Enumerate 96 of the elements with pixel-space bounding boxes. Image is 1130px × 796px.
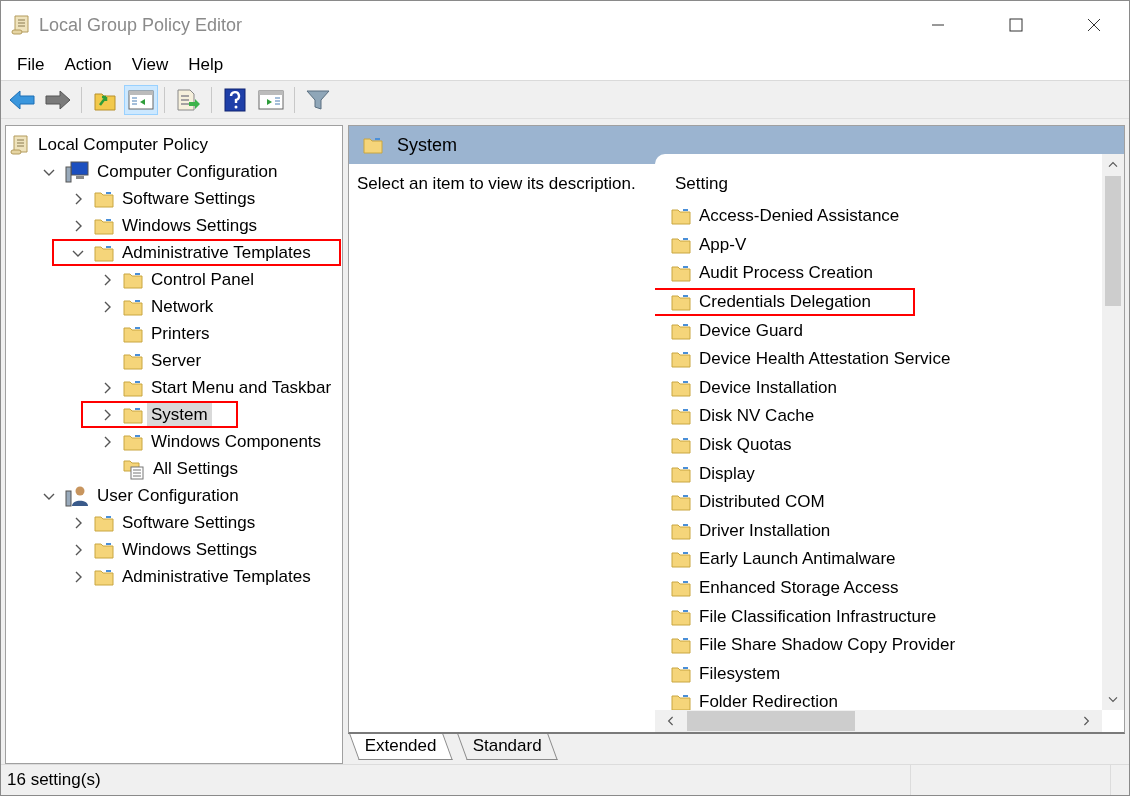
setting-item[interactable]: Early Launch Antimalware xyxy=(699,549,896,570)
view-tab[interactable]: Extended xyxy=(349,734,453,760)
folder-icon xyxy=(363,136,383,154)
scroll-thumb[interactable] xyxy=(1105,176,1121,306)
scroll-thumb[interactable] xyxy=(687,711,855,731)
tree-item[interactable]: User Configuration xyxy=(93,483,243,508)
vertical-scrollbar[interactable] xyxy=(1102,154,1124,710)
close-icon[interactable] xyxy=(1087,18,1101,32)
scroll-icon xyxy=(11,14,31,36)
folder-icon xyxy=(123,378,143,397)
setting-item[interactable]: File Share Shadow Copy Provider xyxy=(699,635,956,656)
folder-icon xyxy=(671,664,691,683)
setting-item[interactable]: Disk NV Cache xyxy=(699,406,815,427)
folder-icon xyxy=(671,636,691,655)
tree-item[interactable]: Computer Configuration xyxy=(93,159,282,184)
setting-item[interactable]: Audit Process Creation xyxy=(699,263,873,284)
folder-icon xyxy=(671,235,691,254)
folder-icon xyxy=(671,378,691,397)
folder-icon xyxy=(671,464,691,483)
tree-item[interactable]: Windows Settings xyxy=(118,537,262,562)
folder-icon xyxy=(671,207,691,226)
setting-item[interactable]: Device Guard xyxy=(699,320,803,341)
folder-icon xyxy=(94,216,114,235)
folder-icon xyxy=(94,540,114,559)
menu-item[interactable]: File xyxy=(7,54,55,75)
tree-item[interactable]: Network xyxy=(147,294,218,319)
tree-item[interactable]: Windows Components xyxy=(147,429,326,454)
folder-icon xyxy=(123,432,143,451)
help-icon xyxy=(224,87,246,112)
user-icon xyxy=(65,484,89,507)
setting-item[interactable]: Device Installation xyxy=(699,377,837,398)
folder-icon xyxy=(671,264,691,283)
setting-item[interactable]: Enhanced Storage Access xyxy=(699,578,899,598)
folder-icon xyxy=(671,579,691,597)
folder-icon xyxy=(671,350,691,369)
folder-icon xyxy=(123,351,143,370)
setting-item[interactable]: Distributed COM xyxy=(699,492,825,513)
tree-item[interactable]: Windows Settings xyxy=(118,213,262,238)
folder-icon xyxy=(123,405,143,424)
action-pane-icon xyxy=(258,88,284,111)
description-text: Select an item to view its description. xyxy=(357,174,636,193)
back-arrow-icon xyxy=(9,89,35,110)
folder-icon xyxy=(94,189,114,208)
setting-item[interactable]: Filesystem xyxy=(699,663,781,684)
window-title: Local Group Policy Editor xyxy=(39,14,243,36)
setting-item[interactable]: File Classification Infrastructure xyxy=(699,606,937,627)
tree-item[interactable]: Control Panel xyxy=(147,267,258,292)
details-title: System xyxy=(397,134,457,156)
setting-item[interactable]: Driver Installation xyxy=(699,520,831,541)
tree-item[interactable]: All Settings xyxy=(149,456,243,481)
tree-pane-icon xyxy=(128,88,154,111)
setting-item[interactable]: Access-Denied Assistance xyxy=(699,206,900,227)
horizontal-scrollbar[interactable] xyxy=(655,710,1102,732)
folder-icon xyxy=(94,243,114,262)
tree-item[interactable]: Local Computer Policy xyxy=(34,132,213,157)
menu-item[interactable]: View xyxy=(121,54,179,75)
forward-arrow-icon xyxy=(45,89,71,110)
folder-icon xyxy=(671,407,691,426)
computer-icon xyxy=(65,160,89,183)
folder-icon xyxy=(94,513,114,532)
tree-item[interactable]: Software Settings xyxy=(118,186,260,211)
tree-item[interactable]: Software Settings xyxy=(118,510,260,535)
setting-item[interactable]: Disk Quotas xyxy=(699,435,792,456)
folder-icon xyxy=(671,693,691,710)
folder-icon xyxy=(671,293,691,312)
setting-item[interactable]: Credentials Delegation xyxy=(699,292,871,313)
folder-icon xyxy=(671,550,691,569)
tree-item[interactable]: System xyxy=(147,402,212,427)
menu-item[interactable]: Help xyxy=(178,54,234,75)
folder-icon xyxy=(123,270,143,289)
settings-list-icon xyxy=(123,457,145,480)
tree-item[interactable]: Start Menu and Taskbar xyxy=(147,375,336,400)
setting-item[interactable]: Display xyxy=(699,463,755,484)
tree-item[interactable]: Printers xyxy=(147,321,214,346)
setting-item[interactable]: Device Health Attestation Service xyxy=(699,349,951,370)
tree-item[interactable]: Administrative Templates xyxy=(118,240,315,265)
tree-item[interactable]: Server xyxy=(147,348,206,373)
menu-item[interactable]: Action xyxy=(54,54,122,75)
folder-icon xyxy=(123,297,143,316)
view-tab[interactable]: Standard xyxy=(457,734,558,760)
filter-icon xyxy=(306,88,330,111)
folder-icon xyxy=(671,321,691,340)
folder-icon xyxy=(94,567,114,586)
setting-item[interactable]: App-V xyxy=(699,234,747,255)
export-list-icon xyxy=(175,88,201,111)
folder-icon xyxy=(671,521,691,540)
setting-item[interactable]: Folder Redirection xyxy=(699,692,838,710)
folder-icon xyxy=(671,493,691,512)
scroll-icon xyxy=(10,133,30,156)
folder-icon xyxy=(123,324,143,343)
folder-icon xyxy=(671,436,691,455)
tree-item[interactable]: Administrative Templates xyxy=(118,564,315,589)
maximize-icon[interactable] xyxy=(1009,18,1023,32)
folder-icon xyxy=(671,607,691,626)
column-header[interactable]: Setting xyxy=(675,174,728,198)
status-text: 16 setting(s) xyxy=(7,770,101,790)
